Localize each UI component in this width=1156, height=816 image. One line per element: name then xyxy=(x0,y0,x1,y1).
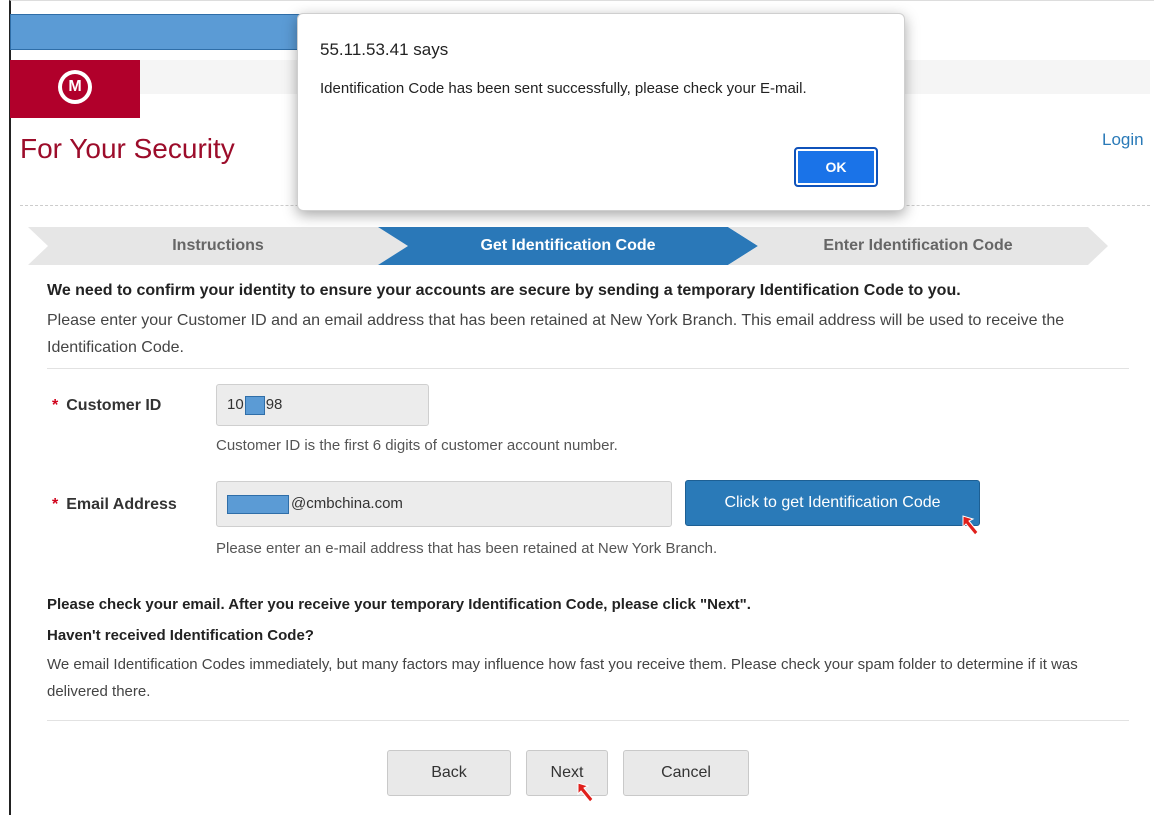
redacted-email-user xyxy=(227,494,289,514)
back-button[interactable]: Back xyxy=(387,750,511,796)
intro-heading: We need to confirm your identity to ensu… xyxy=(47,282,961,299)
alert-dialog: 55.11.53.41 says Identification Code has… xyxy=(297,13,905,211)
cancel-button[interactable]: Cancel xyxy=(623,750,749,796)
progress-steps: Instructions Get Identification Code Ent… xyxy=(28,227,1108,265)
logo-letter: M xyxy=(62,74,88,100)
customer-id-value-suffix: 98 xyxy=(265,396,283,413)
email-value-suffix: @cmbchina.com xyxy=(291,495,403,512)
customer-id-input[interactable]: 10 98 xyxy=(216,384,429,426)
havent-received-heading: Haven't received Identification Code? xyxy=(47,627,314,644)
cursor-arrow-icon xyxy=(577,782,594,803)
step-enter-identification-code: Enter Identification Code xyxy=(728,227,1108,265)
bank-logo: M xyxy=(10,60,140,118)
email-label: * Email Address xyxy=(52,496,177,514)
get-identification-code-button[interactable]: Click to get Identification Code xyxy=(685,480,980,526)
step-get-identification-code: Get Identification Code xyxy=(378,227,758,265)
login-link[interactable]: Login xyxy=(1102,130,1144,150)
havent-received-text: We email Identification Codes immediatel… xyxy=(47,656,1078,700)
dialog-message: Identification Code has been sent succes… xyxy=(320,80,807,97)
required-mark: * xyxy=(52,496,59,513)
required-mark: * xyxy=(52,397,59,414)
intro-text: Please enter your Customer ID and an ema… xyxy=(47,312,1065,356)
check-email-instruction: Please check your email. After you recei… xyxy=(47,596,751,613)
dialog-title: 55.11.53.41 says xyxy=(320,40,449,59)
section-divider xyxy=(47,368,1129,369)
email-input[interactable]: @cmbchina.com xyxy=(216,481,672,527)
cursor-arrow-icon xyxy=(962,515,979,536)
logo-emblem: M xyxy=(58,70,92,104)
footer-divider xyxy=(47,720,1129,721)
page-title: For Your Security xyxy=(20,133,235,164)
email-label-text: Email Address xyxy=(66,496,177,513)
dialog-ok-button[interactable]: OK xyxy=(794,147,878,187)
customer-id-label-text: Customer ID xyxy=(66,397,162,414)
redacted-address-bar xyxy=(10,14,302,50)
email-hint: Please enter an e-mail address that has … xyxy=(216,540,718,557)
customer-id-hint: Customer ID is the first 6 digits of cus… xyxy=(216,437,618,454)
step-instructions: Instructions xyxy=(28,227,408,265)
customer-id-value-prefix: 10 xyxy=(227,396,244,413)
customer-id-label: * Customer ID xyxy=(52,397,161,415)
redacted-digits xyxy=(244,395,265,415)
